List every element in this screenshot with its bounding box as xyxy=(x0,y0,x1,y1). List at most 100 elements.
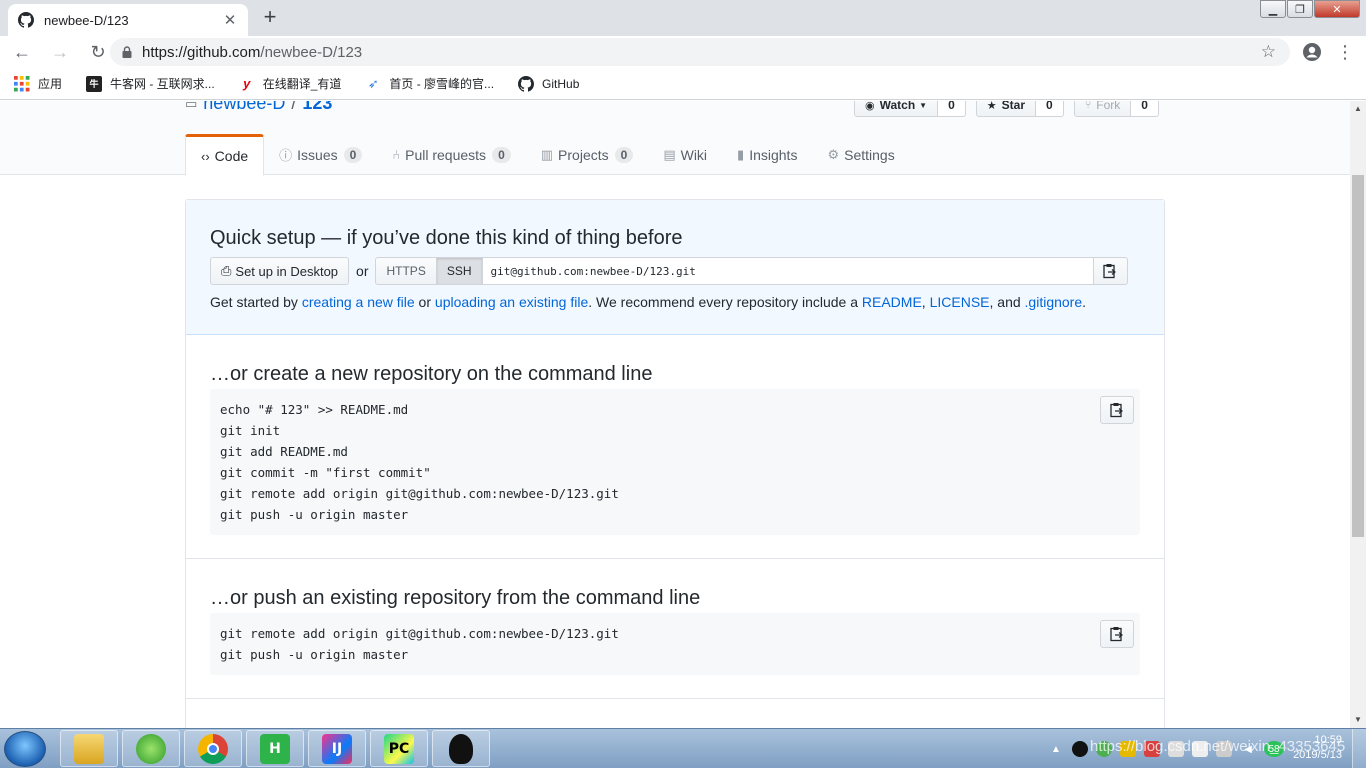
pycharm-icon: PC xyxy=(384,733,414,764)
apps-grid-icon xyxy=(14,75,30,91)
fork-count[interactable]: 0 xyxy=(1131,101,1159,117)
book-icon: ▤ xyxy=(663,146,676,162)
tab-label: Wiki xyxy=(680,146,708,163)
kebab-menu-icon[interactable]: ⋮ xyxy=(1336,42,1354,62)
desktop-download-icon: ⎙ xyxy=(221,263,232,278)
taskbar-file-explorer[interactable] xyxy=(60,730,118,767)
ssh-toggle[interactable]: SSH xyxy=(436,257,483,285)
code-line: echo "# 123" >> README.md xyxy=(220,402,409,417)
file-explorer-icon xyxy=(74,733,104,764)
empty-repo-box: Quick setup — if you’ve done this kind o… xyxy=(185,199,1165,728)
bookmark-label: 应用 xyxy=(38,77,63,91)
hbuilder-icon: H xyxy=(260,733,290,764)
issue-icon: ⓘ xyxy=(279,148,293,163)
readme-link[interactable]: README xyxy=(862,294,922,310)
code-line: git remote add origin git@github.com:new… xyxy=(220,486,619,501)
tab-wiki[interactable]: ▤ Wiki xyxy=(648,134,722,175)
fork-button[interactable]: ⑂ Fork xyxy=(1073,101,1132,117)
account-icon[interactable] xyxy=(1302,42,1322,62)
copy-create-commands-button[interactable] xyxy=(1100,396,1134,424)
address-bar[interactable]: https://github.com/newbee-D/123 ☆ xyxy=(110,38,1290,66)
fork-icon: ⑂ xyxy=(1084,101,1092,111)
taskbar-chrome[interactable] xyxy=(184,730,242,767)
page-scrollbar[interactable]: ▲ ▼ xyxy=(1350,101,1366,728)
star-count[interactable]: 0 xyxy=(1036,101,1064,117)
graph-icon: ▮ xyxy=(737,146,745,162)
close-tab-icon[interactable]: ✕ xyxy=(222,11,238,29)
chrome-icon xyxy=(198,733,228,764)
license-link[interactable]: LICENSE xyxy=(930,294,990,310)
copy-clone-url-button[interactable] xyxy=(1093,257,1128,285)
create-new-file-link[interactable]: creating a new file xyxy=(302,294,415,310)
hint-text: , xyxy=(921,294,930,310)
tab-label: Insights xyxy=(749,146,798,163)
new-tab-button[interactable]: + xyxy=(258,6,282,30)
code-line: git commit -m "first commit" xyxy=(220,465,431,480)
tab-projects[interactable]: ▥ Projects 0 xyxy=(526,134,649,175)
scroll-thumb[interactable] xyxy=(1352,175,1364,537)
pagehead-actions: ◉ Watch ▼ 0 ★ Star 0 ⑂ Fork 0 xyxy=(854,101,1169,117)
bookmark-youdao[interactable]: y 在线翻译_有道 xyxy=(239,75,342,92)
hint-text: or xyxy=(414,294,435,310)
close-window-icon[interactable]: ✕ xyxy=(1314,0,1360,18)
back-arrow-icon[interactable]: ← xyxy=(6,38,38,66)
upload-existing-file-link[interactable]: uploading an existing file xyxy=(435,294,588,310)
csdn-watermark: https://blog.csdn.net/weixin_43353645 xyxy=(1090,738,1346,755)
minimize-icon[interactable]: ▁ xyxy=(1260,0,1286,18)
clone-url-field[interactable]: git@github.com:newbee-D/123.git xyxy=(482,257,1094,285)
pull-request-icon: ⑃ xyxy=(392,147,401,162)
bookmark-liaoxuefeng[interactable]: ➶ 首页 - 廖雪峰的官... xyxy=(365,75,494,92)
taskbar-pycharm[interactable]: PC xyxy=(370,730,428,767)
show-desktop-button[interactable] xyxy=(1352,729,1366,769)
clipboard-icon xyxy=(1110,627,1123,642)
repo-owner-link[interactable]: newbee-D xyxy=(203,101,285,114)
fork-action: ⑂ Fork 0 xyxy=(1073,101,1159,117)
push-repo-title: …or push an existing repository from the… xyxy=(210,587,701,609)
watch-button[interactable]: ◉ Watch ▼ xyxy=(854,101,939,117)
gitignore-link[interactable]: .gitignore xyxy=(1025,294,1083,310)
bookmark-nowcoder[interactable]: 牛 牛客网 - 互联网求... xyxy=(86,75,215,92)
watch-count[interactable]: 0 xyxy=(938,101,966,117)
browser-tab[interactable]: newbee-D/123 ✕ xyxy=(8,4,248,36)
start-button[interactable] xyxy=(4,731,46,767)
repo-nav: ‹› Code ⓘ Issues 0 ⑃ Pull requests 0 ▥ Project… xyxy=(185,134,910,176)
bookmark-label: 在线翻译_有道 xyxy=(262,77,342,91)
scroll-up-arrow-icon[interactable]: ▲ xyxy=(1350,101,1366,117)
copy-push-commands-button[interactable] xyxy=(1100,620,1134,648)
clipboard-icon xyxy=(1103,264,1116,279)
watch-action: ◉ Watch ▼ 0 xyxy=(854,101,966,117)
tab-code[interactable]: ‹› Code xyxy=(185,134,265,176)
star-button[interactable]: ★ Star xyxy=(975,101,1036,117)
youdao-icon: y xyxy=(243,76,251,91)
tab-insights[interactable]: ▮ Insights xyxy=(722,134,812,175)
repo-name-link[interactable]: 123 xyxy=(302,101,332,114)
taskbar-intellij-idea[interactable]: IJ xyxy=(308,730,366,767)
tab-issues[interactable]: ⓘ Issues 0 xyxy=(264,134,377,175)
hint-text: . xyxy=(1082,294,1087,310)
scroll-down-arrow-icon[interactable]: ▼ xyxy=(1350,712,1366,728)
hint-text: , and xyxy=(989,294,1025,310)
restore-icon[interactable]: ❐ xyxy=(1287,0,1313,18)
qq-tray-icon[interactable] xyxy=(1072,741,1088,757)
bookmark-label: 牛客网 - 互联网求... xyxy=(110,77,215,91)
bookmark-star-icon[interactable]: ☆ xyxy=(1261,42,1276,62)
show-hidden-icons-icon[interactable]: ▲ xyxy=(1048,741,1064,757)
setup-in-desktop-button[interactable]: ⎙ Set up in Desktop xyxy=(210,257,350,285)
tab-pull-requests[interactable]: ⑃ Pull requests 0 xyxy=(377,134,525,175)
bookmark-apps[interactable]: 应用 xyxy=(14,75,62,92)
code-line: git init xyxy=(220,423,281,438)
quick-setup-panel: Quick setup — if you’ve done this kind o… xyxy=(186,200,1164,335)
tab-settings[interactable]: ⚙ Settings xyxy=(812,134,909,175)
taskbar-hbuilder[interactable]: H xyxy=(246,730,304,767)
bookmark-github[interactable]: GitHub xyxy=(518,75,579,92)
taskbar-360-browser[interactable] xyxy=(122,730,180,767)
tab-label: Projects xyxy=(558,146,609,163)
code-line: git push -u origin master xyxy=(220,507,409,522)
taskbar-qq[interactable] xyxy=(432,730,490,767)
clipboard-icon xyxy=(1110,403,1123,418)
window-controls: ▁ ❐ ✕ xyxy=(1259,0,1360,18)
url-path: /newbee-D/123 xyxy=(260,43,363,61)
forward-arrow-icon[interactable]: → xyxy=(44,38,76,66)
repo-title: ▭ newbee-D / 123 xyxy=(185,101,332,114)
https-toggle[interactable]: HTTPS xyxy=(375,257,437,285)
